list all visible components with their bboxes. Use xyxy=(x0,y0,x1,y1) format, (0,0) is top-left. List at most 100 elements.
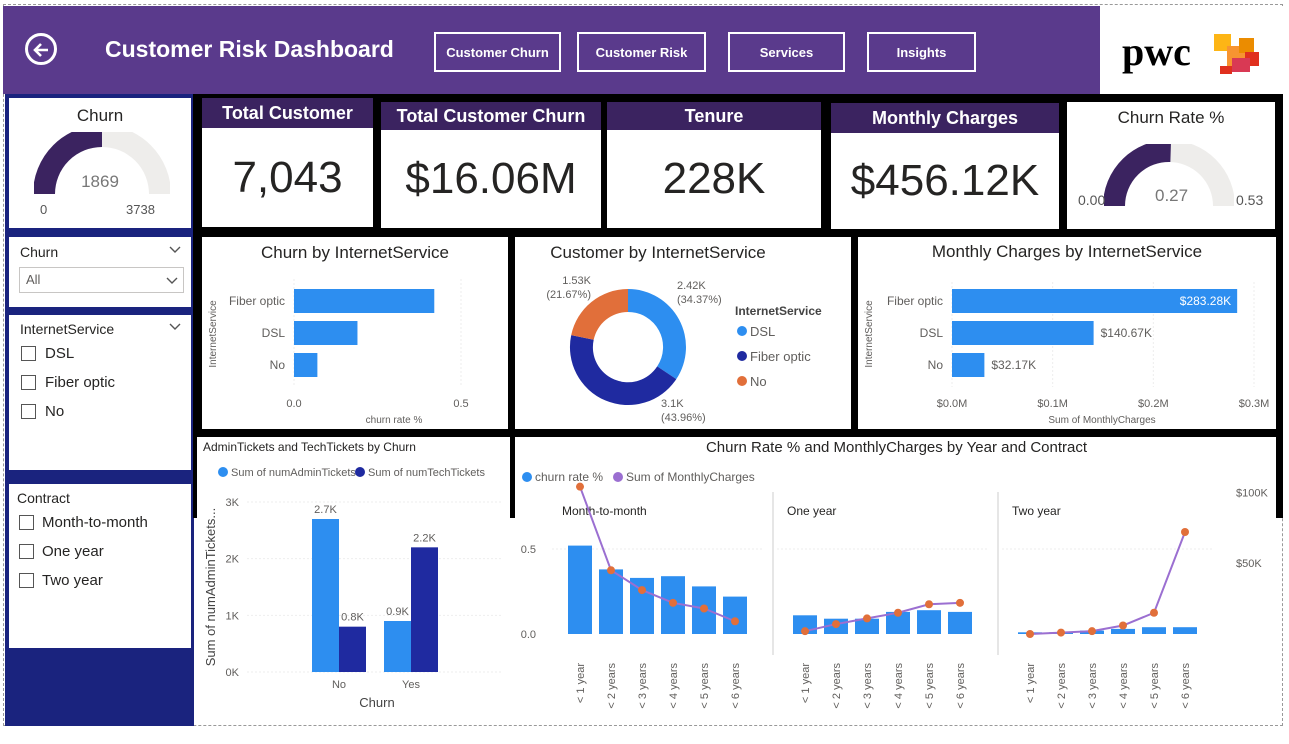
x-tick-label: < 4 years xyxy=(668,663,680,709)
y-axis-label: InternetService xyxy=(208,300,219,368)
checkbox-month-to-month[interactable] xyxy=(19,515,34,530)
tick-label: 0.0 xyxy=(286,398,301,410)
logo-block xyxy=(1232,58,1250,72)
bar xyxy=(294,353,318,377)
y-axis-label: InternetService xyxy=(864,300,875,368)
option-label: DSL xyxy=(45,345,75,362)
bar xyxy=(339,626,366,672)
legend-label: Sum of MonthlyCharges xyxy=(626,470,755,484)
tick-label: $50K xyxy=(1236,558,1262,570)
checkbox-one-year[interactable] xyxy=(19,544,34,559)
legend-title: InternetService xyxy=(735,304,822,318)
logo-block xyxy=(1220,66,1232,74)
data-label: 1.53K xyxy=(562,275,591,287)
line-point xyxy=(607,566,615,575)
churn-by-internet-chart: Churn by InternetService 0.0 0.5 Fiber opt… xyxy=(202,237,508,429)
tick-label: 1K xyxy=(226,610,240,622)
donut-slice xyxy=(569,335,677,406)
checkbox-dsl[interactable] xyxy=(21,346,36,361)
gauge-min: 0.00 xyxy=(1078,192,1106,208)
tick-label: 0.5 xyxy=(453,398,468,410)
checkbox-fiber-optic[interactable] xyxy=(21,375,36,390)
tick-label: $0.2M xyxy=(1138,398,1169,410)
chevron-down-icon xyxy=(166,277,178,284)
x-tick-label: < 5 years xyxy=(699,663,711,709)
line-point xyxy=(731,617,739,626)
checkbox-two-year[interactable] xyxy=(19,573,34,588)
x-tick-label: < 3 years xyxy=(637,663,649,709)
panel-title: Two year xyxy=(1012,504,1061,518)
tick-label: $100K xyxy=(1236,487,1268,499)
legend-label: churn rate % xyxy=(535,470,603,484)
kpi-label: Monthly Charges xyxy=(831,103,1059,133)
data-label: (43.96%) xyxy=(661,412,706,424)
bar xyxy=(917,610,941,634)
slicer-label: Churn xyxy=(20,244,59,260)
x-tick-label: < 3 years xyxy=(1087,663,1099,709)
data-label: 3.1K xyxy=(661,398,684,410)
chart-svg: 0.0 0.5 Fiber optic DSL No churn rate % Intern… xyxy=(208,279,469,426)
tick-label: $0.0M xyxy=(937,398,968,410)
kpi-value: $456.12K xyxy=(831,133,1059,229)
page-title: Customer Risk Dashboard xyxy=(105,36,394,62)
nav-customer-risk-button[interactable]: Customer Risk xyxy=(577,32,706,72)
line-point xyxy=(669,598,677,607)
kpi-label: Total Customer Churn xyxy=(381,102,601,130)
data-label: $32.17K xyxy=(991,358,1036,372)
checkbox-no[interactable] xyxy=(21,404,36,419)
back-button[interactable] xyxy=(25,33,57,65)
x-tick-label: < 3 years xyxy=(862,663,874,709)
legend-marker xyxy=(355,467,365,477)
chart-svg: churn rate % Sum of MonthlyCharges 0.0 0.5 $… xyxy=(521,470,1269,709)
x-axis-label: churn rate % xyxy=(366,415,423,426)
churn-dropdown[interactable]: All xyxy=(19,267,184,293)
nav-insights-button[interactable]: Insights xyxy=(867,32,976,72)
x-tick-label: < 5 years xyxy=(924,663,936,709)
chevron-down-icon[interactable] xyxy=(169,323,181,331)
contract-slicer: Contract Month-to-month One year Two yea… xyxy=(9,484,191,648)
x-tick-label: < 4 years xyxy=(1118,663,1130,709)
tick-label: 0K xyxy=(226,667,240,679)
bar xyxy=(568,545,592,634)
x-tick-label: < 4 years xyxy=(893,663,905,709)
tick-label: 2K xyxy=(226,554,240,566)
x-tick-label: < 2 years xyxy=(1056,663,1068,709)
tick-label: 0.0 xyxy=(521,629,536,641)
data-label: 2.7K xyxy=(314,504,337,516)
line-point xyxy=(1026,630,1034,638)
x-tick-label: < 2 years xyxy=(606,663,618,709)
line-point xyxy=(700,604,708,613)
legend-marker xyxy=(737,376,747,386)
kpi-value: 228K xyxy=(607,130,821,228)
legend-marker xyxy=(522,472,532,482)
bar xyxy=(952,321,1094,345)
churn-rate-monthly-charges-by-year-contract-chart: Churn Rate % and MonthlyCharges by Year … xyxy=(510,437,1283,724)
option-label: Fiber optic xyxy=(45,374,116,391)
line-point xyxy=(1088,627,1096,636)
line-point xyxy=(1057,628,1065,637)
bar xyxy=(1173,627,1197,634)
x-axis-label: Churn xyxy=(359,695,394,710)
bar xyxy=(294,321,358,345)
legend-marker xyxy=(218,467,228,477)
nav-services-button[interactable]: Services xyxy=(728,32,845,72)
panel-title: One year xyxy=(787,504,836,518)
chevron-down-icon[interactable] xyxy=(169,246,181,254)
line-point xyxy=(832,620,840,629)
option-label: One year xyxy=(42,543,104,560)
data-label: $283.28K xyxy=(1180,294,1231,308)
kpi-value: 7,043 xyxy=(202,128,373,227)
category-label: No xyxy=(270,358,286,372)
gauge-title: Churn Rate % xyxy=(1117,108,1225,127)
bar xyxy=(384,621,411,672)
dropdown-value: All xyxy=(26,272,41,287)
line-point xyxy=(638,586,646,595)
nav-customer-churn-button[interactable]: Customer Churn xyxy=(434,32,561,72)
x-tick-label: < 1 year xyxy=(575,663,587,703)
header-bar: Customer Risk Dashboard Customer Churn C… xyxy=(3,6,1100,94)
bar xyxy=(599,569,623,634)
bar xyxy=(312,519,339,672)
category-label: DSL xyxy=(262,326,286,340)
tick-label: $0.3M xyxy=(1239,398,1270,410)
tick-label: $0.1M xyxy=(1037,398,1068,410)
